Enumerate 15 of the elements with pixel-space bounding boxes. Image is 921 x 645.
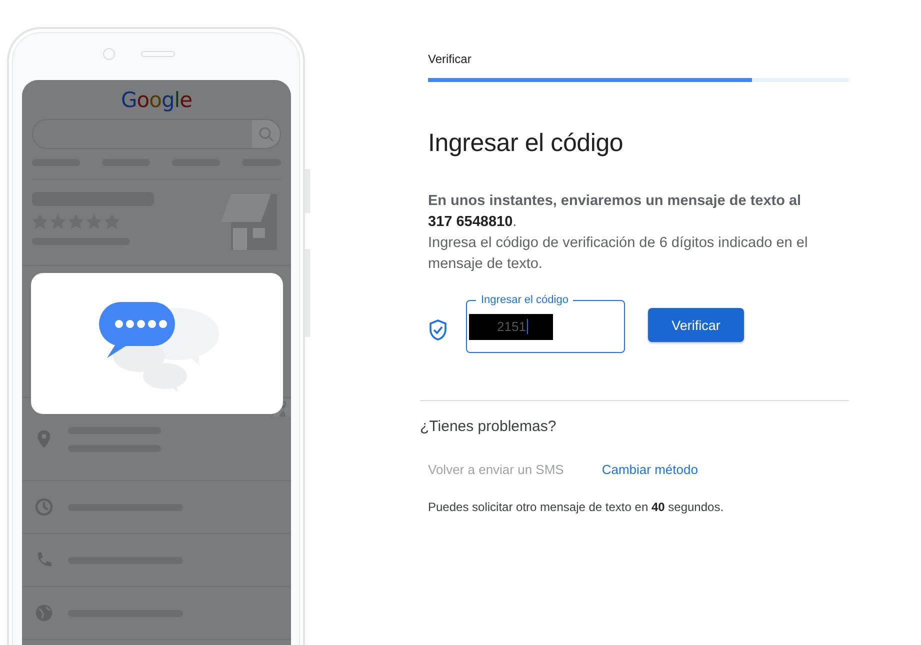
countdown-note: Puedes solicitar otro mensaje de texto en 40 segundos. (428, 500, 725, 514)
step-label: Verificar (428, 52, 472, 66)
shield-check-icon (428, 318, 448, 340)
page-heading: Ingresar el código (428, 129, 624, 158)
message-text: Ingresa el código de verificación de 6 dígitos indicado en el mensaje de texto. (428, 234, 809, 274)
link[interactable]: Cambiar método (602, 462, 698, 477)
speaker-slot (141, 51, 175, 57)
clock-icon (34, 497, 54, 517)
message-text: 317 6548810. (428, 213, 518, 232)
front-camera (103, 48, 115, 60)
globe-icon (34, 603, 54, 623)
message-text: En unos instantes, enviaremos un mensaje de texto al (428, 192, 802, 211)
logo: Google (120, 88, 192, 112)
verify-button[interactable]: Verificar (648, 308, 744, 342)
help-heading: ¿Tienes problemas? (420, 418, 558, 435)
